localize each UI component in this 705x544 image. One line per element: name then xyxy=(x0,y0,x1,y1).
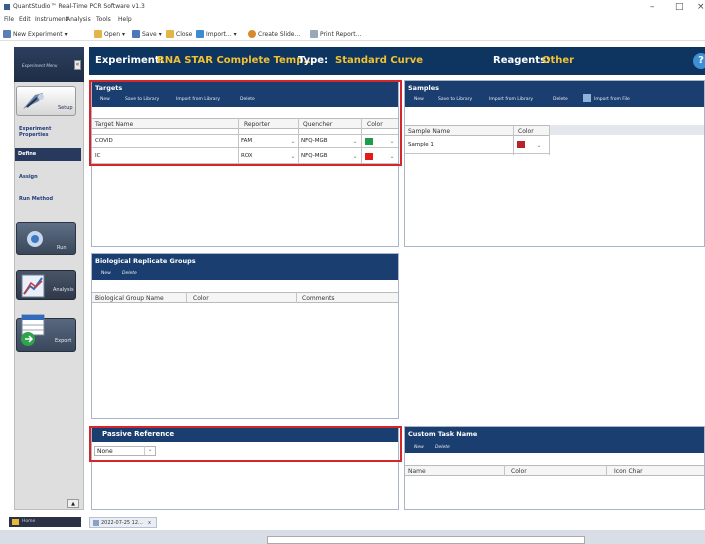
import-icon xyxy=(196,30,204,38)
run-gear-icon xyxy=(27,231,43,247)
table-row[interactable]: Sample 1 ⌄ xyxy=(405,137,549,154)
analysis-chart-icon xyxy=(21,274,45,298)
import-button[interactable]: Import... ▾ xyxy=(196,30,237,38)
run-button[interactable]: Run xyxy=(16,222,76,255)
app-icon xyxy=(4,4,10,10)
samples-delete-button[interactable]: Delete xyxy=(553,97,568,102)
custom-task-new-button[interactable]: New xyxy=(414,445,424,450)
close-button[interactable]: Close xyxy=(166,30,192,38)
col-sample-name: Sample Name xyxy=(408,128,451,135)
col-task-name: Name xyxy=(408,468,426,475)
bio-groups-grid-header: Biological Group Name Color Comments xyxy=(92,292,398,303)
close-tab-icon[interactable]: x xyxy=(148,520,151,526)
samples-grid-header: Sample Name Color xyxy=(405,125,549,136)
menu-file[interactable]: File xyxy=(4,16,14,23)
folder-icon xyxy=(94,30,102,38)
custom-task-title: Custom Task Name xyxy=(408,430,478,438)
col-sample-color: Color xyxy=(518,128,534,135)
new-experiment-button[interactable]: New Experiment ▾ xyxy=(3,30,68,38)
toolbar: New Experiment ▾ Open ▾ Save ▾ Close Import… xyxy=(0,27,705,41)
nav-define: Define xyxy=(18,151,37,157)
save-button[interactable]: Save ▾ xyxy=(132,30,162,38)
targets-highlight-box xyxy=(89,80,402,166)
window-title: QuantStudio™ Real-Time PCR Software v1.3 xyxy=(13,3,145,10)
document-tab[interactable]: 2022-07-25 12... x xyxy=(89,517,157,528)
col-task-color: Color xyxy=(511,468,527,475)
close-folder-icon xyxy=(166,30,174,38)
export-button[interactable]: Export xyxy=(16,314,76,352)
custom-task-grid-header: Name Color Icon Char xyxy=(405,465,704,476)
col-comments: Comments xyxy=(302,295,335,302)
menu-instrument[interactable]: Instrument xyxy=(35,16,68,23)
save-icon xyxy=(132,30,140,38)
maximize-button[interactable]: □ xyxy=(675,2,684,12)
document-icon xyxy=(93,520,99,526)
bio-groups-new-button[interactable]: New xyxy=(101,271,111,276)
col-icon-char: Icon Char xyxy=(614,468,643,475)
custom-task-header: Custom Task Name New Delete xyxy=(405,427,704,453)
title-bar: QuantStudio™ Real-Time PCR Software v1.3… xyxy=(0,0,705,14)
open-button[interactable]: Open ▾ xyxy=(94,30,125,38)
custom-task-delete-button[interactable]: Delete xyxy=(435,445,450,450)
samples-panel: Samples New Save to Library Import from … xyxy=(404,80,705,247)
samples-header: Samples New Save to Library Import from … xyxy=(405,81,704,107)
import-file-icon xyxy=(583,94,591,102)
experiment-name: RNA STAR Complete Temp... xyxy=(157,55,315,66)
nav-assign[interactable]: Assign xyxy=(19,174,38,180)
help-icon[interactable]: ? xyxy=(693,53,705,69)
bio-groups-title: Biological Replicate Groups xyxy=(95,257,196,265)
col-bio-color: Color xyxy=(193,295,209,302)
print-report-button[interactable]: Print Report... xyxy=(310,30,361,38)
bio-groups-header: Biological Replicate Groups New Delete xyxy=(92,254,398,280)
experiment-label: Experiment: xyxy=(95,55,164,66)
slide-icon xyxy=(248,30,256,38)
sample-name-cell[interactable]: Sample 1 xyxy=(408,142,434,148)
close-window-button[interactable]: × xyxy=(697,2,705,12)
custom-task-panel: Custom Task Name New Delete Name Color I… xyxy=(404,426,705,510)
bio-groups-delete-button[interactable]: Delete xyxy=(122,271,137,276)
export-icon xyxy=(21,314,45,346)
samples-new-button[interactable]: New xyxy=(414,97,424,102)
reagents-value: Other xyxy=(542,55,575,66)
minimize-button[interactable]: – xyxy=(650,2,655,12)
experiment-menu-label: Experiment Menu xyxy=(22,63,58,68)
type-label: Type: xyxy=(298,55,329,66)
home-tab[interactable]: Home xyxy=(9,517,81,527)
samples-title: Samples xyxy=(408,84,439,92)
horizontal-scrollbar[interactable] xyxy=(267,536,585,544)
menu-analysis[interactable]: Analysis xyxy=(66,16,91,23)
chevron-down-icon[interactable]: ⌄ xyxy=(535,141,543,150)
menu-tools[interactable]: Tools xyxy=(96,16,111,23)
samples-import-file-button[interactable]: Import from File xyxy=(594,97,630,102)
samples-save-library-button[interactable]: Save to Library xyxy=(438,97,472,102)
printer-icon xyxy=(310,30,318,38)
biological-groups-panel: Biological Replicate Groups New Delete B… xyxy=(91,253,399,419)
type-value: Standard Curve xyxy=(335,55,424,66)
home-icon xyxy=(12,519,19,525)
nav-scroll-up-button[interactable]: ▲ xyxy=(67,499,79,508)
color-swatch-dark-red[interactable] xyxy=(517,141,525,148)
setup-icon xyxy=(23,93,44,109)
menu-help[interactable]: Help xyxy=(118,16,132,23)
analysis-button[interactable]: Analysis xyxy=(16,270,76,300)
collapse-menu-button[interactable]: « xyxy=(74,60,81,70)
nav-experiment-properties[interactable]: Experiment Properties xyxy=(19,126,69,138)
new-experiment-icon xyxy=(3,30,11,38)
menu-bar: File Edit Instrument Analysis Tools Help xyxy=(0,14,705,26)
menu-edit[interactable]: Edit xyxy=(19,16,31,23)
samples-import-library-button[interactable]: Import from Library xyxy=(489,97,533,102)
create-slide-button[interactable]: Create Slide... xyxy=(248,30,300,38)
experiment-menu-header: Experiment Menu « xyxy=(14,47,84,82)
passive-reference-highlight-box xyxy=(89,426,402,462)
nav-run-method[interactable]: Run Method xyxy=(19,196,53,202)
setup-button[interactable]: Setup xyxy=(16,86,76,116)
col-bio-group-name: Biological Group Name xyxy=(95,295,164,302)
nav-define-selected[interactable]: Define xyxy=(15,148,81,161)
experiment-header: Experiment: RNA STAR Complete Temp... Ty… xyxy=(89,47,705,75)
